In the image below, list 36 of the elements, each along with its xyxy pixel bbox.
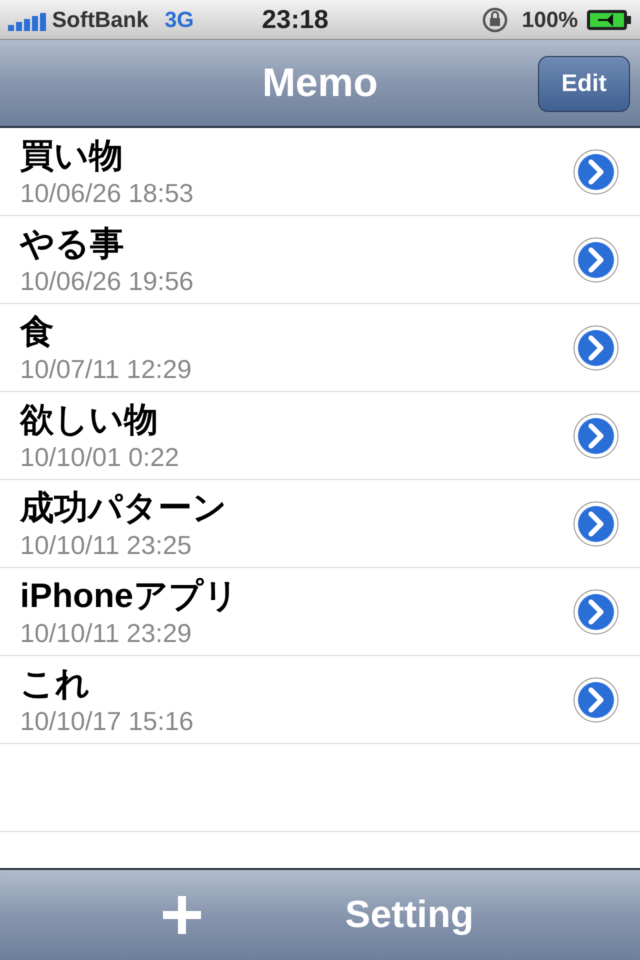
clock-time: 23:18	[262, 3, 328, 36]
memo-date: 10/06/26 18:53	[20, 176, 194, 208]
disclosure-chevron-icon[interactable]	[572, 148, 620, 196]
add-icon[interactable]	[163, 896, 201, 934]
memo-title: やる事	[20, 224, 125, 264]
edit-button[interactable]: Edit	[538, 56, 630, 112]
disclosure-chevron-icon[interactable]	[572, 236, 620, 284]
disclosure-chevron-icon[interactable]	[572, 324, 620, 372]
carrier-name: SoftBank	[52, 6, 149, 34]
memo-title: これ	[20, 664, 91, 704]
memo-row[interactable]: 成功パターン 10/10/11 23:25	[0, 480, 640, 568]
nav-title: Memo	[262, 60, 378, 107]
memo-row[interactable]: iPhoneアプリ 10/10/11 23:29	[0, 568, 640, 656]
disclosure-chevron-icon[interactable]	[572, 588, 620, 636]
memo-title: iPhoneアプリ	[20, 576, 240, 616]
memo-date: 10/07/11 12:29	[20, 352, 193, 384]
battery-icon	[586, 8, 632, 32]
memo-date: 10/10/01 0:22	[20, 440, 180, 472]
memo-title: 欲しい物	[20, 400, 159, 440]
memo-row[interactable]: これ 10/10/17 15:16	[0, 656, 640, 744]
disclosure-chevron-icon[interactable]	[572, 676, 620, 724]
memo-date: 10/06/26 19:56	[20, 264, 194, 296]
memo-row[interactable]: 欲しい物 10/10/01 0:22	[0, 392, 640, 480]
memo-date: 10/10/11 23:25	[20, 528, 193, 560]
memo-title: 成功パターン	[20, 488, 228, 528]
disclosure-chevron-icon[interactable]	[572, 500, 620, 548]
memo-date: 10/10/17 15:16	[20, 704, 194, 736]
memo-row[interactable]: 食 10/07/11 12:29	[0, 304, 640, 392]
memo-title: 食	[20, 312, 55, 352]
network-type: 3G	[164, 6, 194, 34]
memo-date: 10/10/11 23:29	[20, 616, 193, 648]
battery-percent: 100%	[522, 6, 578, 34]
disclosure-chevron-icon[interactable]	[572, 412, 620, 460]
memo-row[interactable]: やる事 10/06/26 19:56	[0, 216, 640, 304]
memo-title: 買い物	[20, 136, 124, 176]
memo-row[interactable]: 買い物 10/06/26 18:53	[0, 128, 640, 216]
